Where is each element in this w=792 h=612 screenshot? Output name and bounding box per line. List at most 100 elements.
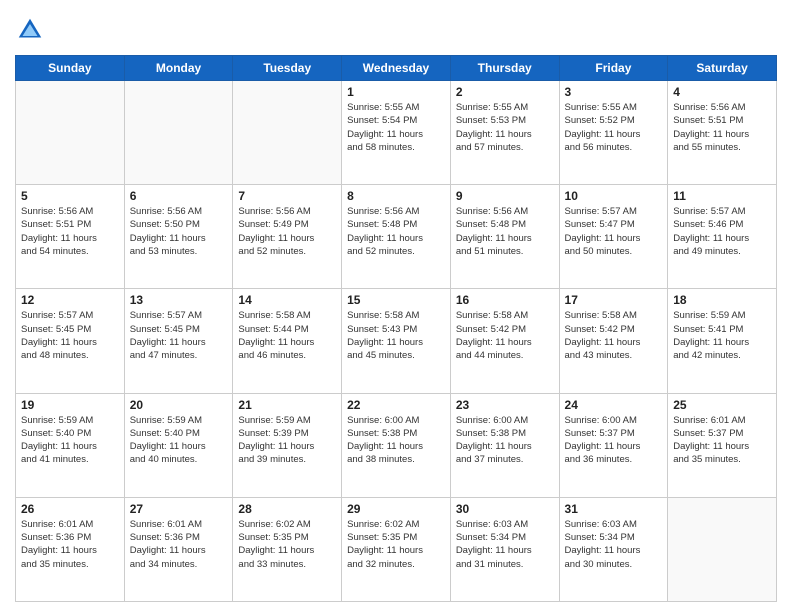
calendar-cell: 9 Sunrise: 5:56 AMSunset: 5:48 PMDaylight… [450,185,559,289]
day-info: Sunrise: 5:56 AMSunset: 5:51 PMDaylight:… [673,101,771,154]
calendar-cell: 19Sunrise: 5:59 AMSunset: 5:40 PMDayligh… [16,393,125,497]
day-number: 30 [456,502,554,516]
day-info: Sunrise: 6:02 AMSunset: 5:35 PMDaylight:… [347,518,445,571]
day-info: Sunrise: 6:01 AMSunset: 5:36 PMDaylight:… [130,518,228,571]
day-number: 24 [565,398,663,412]
day-info: Sunrise: 5:55 AMSunset: 5:54 PMDaylight:… [347,101,445,154]
day-info: Sunrise: 6:00 AMSunset: 5:38 PMDaylight:… [347,414,445,467]
day-number: 6 [130,189,228,203]
day-info: Sunrise: 6:01 AMSunset: 5:36 PMDaylight:… [21,518,119,571]
day-info: Sunrise: 6:03 AMSunset: 5:34 PMDaylight:… [565,518,663,571]
day-number: 28 [238,502,336,516]
calendar-cell: 16Sunrise: 5:58 AMSunset: 5:42 PMDayligh… [450,289,559,393]
day-number: 2 [456,85,554,99]
weekday-header-row: SundayMondayTuesdayWednesdayThursdayFrid… [16,56,777,81]
calendar-cell: 27 Sunrise: 6:01 AMSunset: 5:36 PMDayligh… [124,497,233,601]
calendar-cell: 7Sunrise: 5:56 AMSunset: 5:49 PMDaylight… [233,185,342,289]
day-info: Sunrise: 5:59 AMSunset: 5:40 PMDaylight:… [130,414,228,467]
day-number: 23 [456,398,554,412]
weekday-header: Thursday [450,56,559,81]
day-number: 17 [565,293,663,307]
day-number: 21 [238,398,336,412]
day-info: Sunrise: 5:57 AMSunset: 5:46 PMDaylight:… [673,205,771,258]
day-info: Sunrise: 5:56 AMSunset: 5:48 PMDaylight:… [456,205,554,258]
weekday-header: Tuesday [233,56,342,81]
calendar-cell: 11 Sunrise: 5:57 AMSunset: 5:46 PMDayligh… [668,185,777,289]
calendar-cell [668,497,777,601]
day-info: Sunrise: 5:55 AMSunset: 5:52 PMDaylight:… [565,101,663,154]
calendar-cell: 26 Sunrise: 6:01 AMSunset: 5:36 PMDayligh… [16,497,125,601]
day-info: Sunrise: 5:59 AMSunset: 5:39 PMDaylight:… [238,414,336,467]
day-number: 19 [21,398,119,412]
day-number: 4 [673,85,771,99]
calendar-cell: 6 Sunrise: 5:56 AMSunset: 5:50 PMDaylight… [124,185,233,289]
day-number: 22 [347,398,445,412]
calendar-cell: 14 Sunrise: 5:58 AMSunset: 5:44 PMDayligh… [233,289,342,393]
weekday-header: Friday [559,56,668,81]
day-number: 26 [21,502,119,516]
calendar-week-row: 26 Sunrise: 6:01 AMSunset: 5:36 PMDayligh… [16,497,777,601]
day-info: Sunrise: 6:01 AMSunset: 5:37 PMDaylight:… [673,414,771,467]
day-number: 11 [673,189,771,203]
day-info: Sunrise: 5:57 AMSunset: 5:45 PMDaylight:… [21,309,119,362]
day-number: 18 [673,293,771,307]
day-number: 15 [347,293,445,307]
calendar-cell: 15 Sunrise: 5:58 AMSunset: 5:43 PMDayligh… [342,289,451,393]
day-number: 8 [347,189,445,203]
day-number: 29 [347,502,445,516]
calendar-cell [233,81,342,185]
day-number: 9 [456,189,554,203]
day-info: Sunrise: 6:03 AMSunset: 5:34 PMDaylight:… [456,518,554,571]
day-number: 27 [130,502,228,516]
day-info: Sunrise: 5:58 AMSunset: 5:42 PMDaylight:… [456,309,554,362]
calendar-cell: 23 Sunrise: 6:00 AMSunset: 5:38 PMDayligh… [450,393,559,497]
day-info: Sunrise: 5:55 AMSunset: 5:53 PMDaylight:… [456,101,554,154]
day-number: 25 [673,398,771,412]
calendar-cell: 10 Sunrise: 5:57 AMSunset: 5:47 PMDayligh… [559,185,668,289]
calendar-cell: 4 Sunrise: 5:56 AMSunset: 5:51 PMDaylight… [668,81,777,185]
calendar-cell: 28 Sunrise: 6:02 AMSunset: 5:35 PMDayligh… [233,497,342,601]
day-info: Sunrise: 5:58 AMSunset: 5:42 PMDaylight:… [565,309,663,362]
day-info: Sunrise: 6:02 AMSunset: 5:35 PMDaylight:… [238,518,336,571]
calendar-cell: 18Sunrise: 5:59 AMSunset: 5:41 PMDayligh… [668,289,777,393]
logo-icon [15,15,45,45]
calendar-cell: 30 Sunrise: 6:03 AMSunset: 5:34 PMDayligh… [450,497,559,601]
calendar-cell: 1 Sunrise: 5:55 AMSunset: 5:54 PMDaylight… [342,81,451,185]
day-number: 20 [130,398,228,412]
day-number: 3 [565,85,663,99]
calendar-cell: 3 Sunrise: 5:55 AMSunset: 5:52 PMDaylight… [559,81,668,185]
calendar: SundayMondayTuesdayWednesdayThursdayFrid… [15,55,777,602]
day-info: Sunrise: 5:57 AMSunset: 5:45 PMDaylight:… [130,309,228,362]
weekday-header: Saturday [668,56,777,81]
page: SundayMondayTuesdayWednesdayThursdayFrid… [0,0,792,612]
day-number: 31 [565,502,663,516]
calendar-cell: 22 Sunrise: 6:00 AMSunset: 5:38 PMDayligh… [342,393,451,497]
calendar-cell: 2 Sunrise: 5:55 AMSunset: 5:53 PMDaylight… [450,81,559,185]
day-info: Sunrise: 5:58 AMSunset: 5:43 PMDaylight:… [347,309,445,362]
day-info: Sunrise: 6:00 AMSunset: 5:38 PMDaylight:… [456,414,554,467]
logo [15,15,50,45]
day-info: Sunrise: 5:56 AMSunset: 5:48 PMDaylight:… [347,205,445,258]
day-number: 10 [565,189,663,203]
calendar-cell [16,81,125,185]
day-info: Sunrise: 5:56 AMSunset: 5:51 PMDaylight:… [21,205,119,258]
calendar-cell: 24Sunrise: 6:00 AMSunset: 5:37 PMDayligh… [559,393,668,497]
calendar-cell: 8 Sunrise: 5:56 AMSunset: 5:48 PMDaylight… [342,185,451,289]
day-info: Sunrise: 5:56 AMSunset: 5:50 PMDaylight:… [130,205,228,258]
weekday-header: Monday [124,56,233,81]
day-info: Sunrise: 5:57 AMSunset: 5:47 PMDaylight:… [565,205,663,258]
calendar-cell: 20 Sunrise: 5:59 AMSunset: 5:40 PMDayligh… [124,393,233,497]
header [15,15,777,45]
day-number: 1 [347,85,445,99]
calendar-cell: 17 Sunrise: 5:58 AMSunset: 5:42 PMDayligh… [559,289,668,393]
day-number: 12 [21,293,119,307]
day-number: 13 [130,293,228,307]
calendar-cell: 29 Sunrise: 6:02 AMSunset: 5:35 PMDayligh… [342,497,451,601]
calendar-cell [124,81,233,185]
day-number: 7 [238,189,336,203]
day-number: 14 [238,293,336,307]
calendar-cell: 21 Sunrise: 5:59 AMSunset: 5:39 PMDayligh… [233,393,342,497]
calendar-cell: 25 Sunrise: 6:01 AMSunset: 5:37 PMDayligh… [668,393,777,497]
calendar-cell: 31 Sunrise: 6:03 AMSunset: 5:34 PMDayligh… [559,497,668,601]
day-info: Sunrise: 5:58 AMSunset: 5:44 PMDaylight:… [238,309,336,362]
